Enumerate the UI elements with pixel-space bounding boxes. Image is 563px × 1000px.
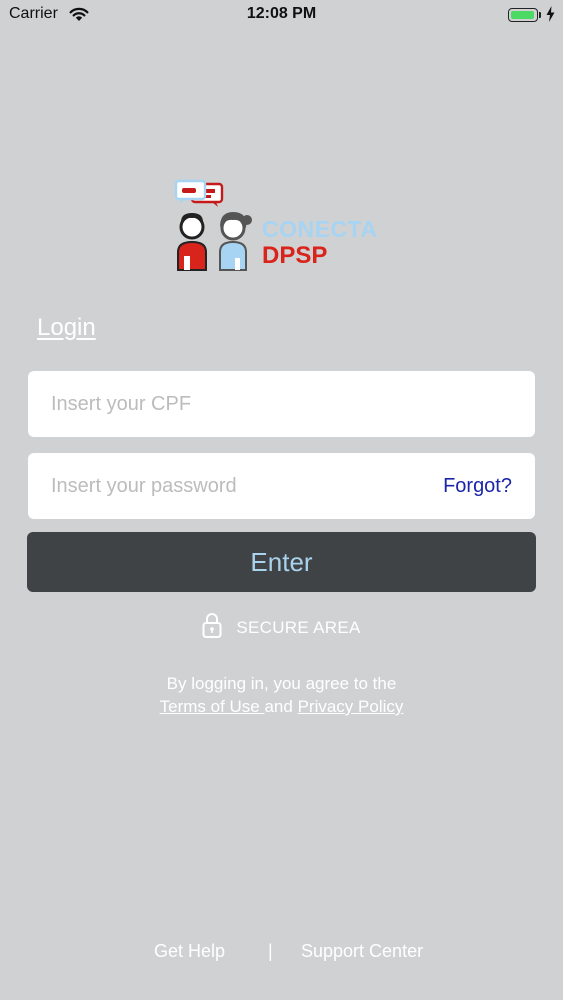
cpf-field[interactable] bbox=[28, 371, 535, 437]
forgot-password-link[interactable]: Forgot? bbox=[443, 475, 512, 498]
privacy-policy-link[interactable]: Privacy Policy bbox=[298, 697, 404, 716]
terms-prefix: By logging in, you agree to the bbox=[166, 674, 397, 693]
password-field[interactable]: Forgot? bbox=[28, 453, 535, 519]
support-center-link[interactable]: Support Center bbox=[301, 941, 423, 962]
login-title[interactable]: Login bbox=[37, 314, 96, 342]
get-help-link[interactable]: Get Help bbox=[154, 941, 225, 962]
app-logo: CONECTA DPSP bbox=[170, 172, 395, 276]
logo-text-dpsp: DPSP bbox=[262, 242, 328, 269]
password-input[interactable] bbox=[51, 453, 431, 519]
terms-conjunction: and bbox=[264, 697, 293, 716]
terms-notice: By logging in, you agree to the Terms of… bbox=[0, 672, 563, 718]
secure-area-label: SECURE AREA bbox=[236, 618, 361, 637]
charging-bolt-icon bbox=[546, 6, 555, 27]
footer-separator: | bbox=[268, 941, 273, 961]
terms-of-use-link[interactable]: Terms of Use bbox=[160, 697, 265, 716]
logo-icon bbox=[174, 179, 252, 271]
logo-text-conecta: CONECTA bbox=[262, 216, 378, 242]
footer: Get Help | Support Center bbox=[0, 941, 563, 965]
secure-area-notice: SECURE AREA bbox=[0, 612, 563, 644]
battery-fill bbox=[511, 11, 534, 19]
terms-links-row: Terms of Use and Privacy Policy bbox=[0, 695, 563, 718]
cpf-input[interactable] bbox=[51, 371, 431, 437]
battery-cap bbox=[539, 12, 541, 18]
lock-icon bbox=[202, 612, 222, 644]
status-bar: Carrier 12:08 PM bbox=[0, 0, 563, 30]
clock: 12:08 PM bbox=[246, 5, 317, 22]
enter-button[interactable]: Enter bbox=[27, 532, 536, 592]
battery-icon bbox=[508, 8, 538, 22]
